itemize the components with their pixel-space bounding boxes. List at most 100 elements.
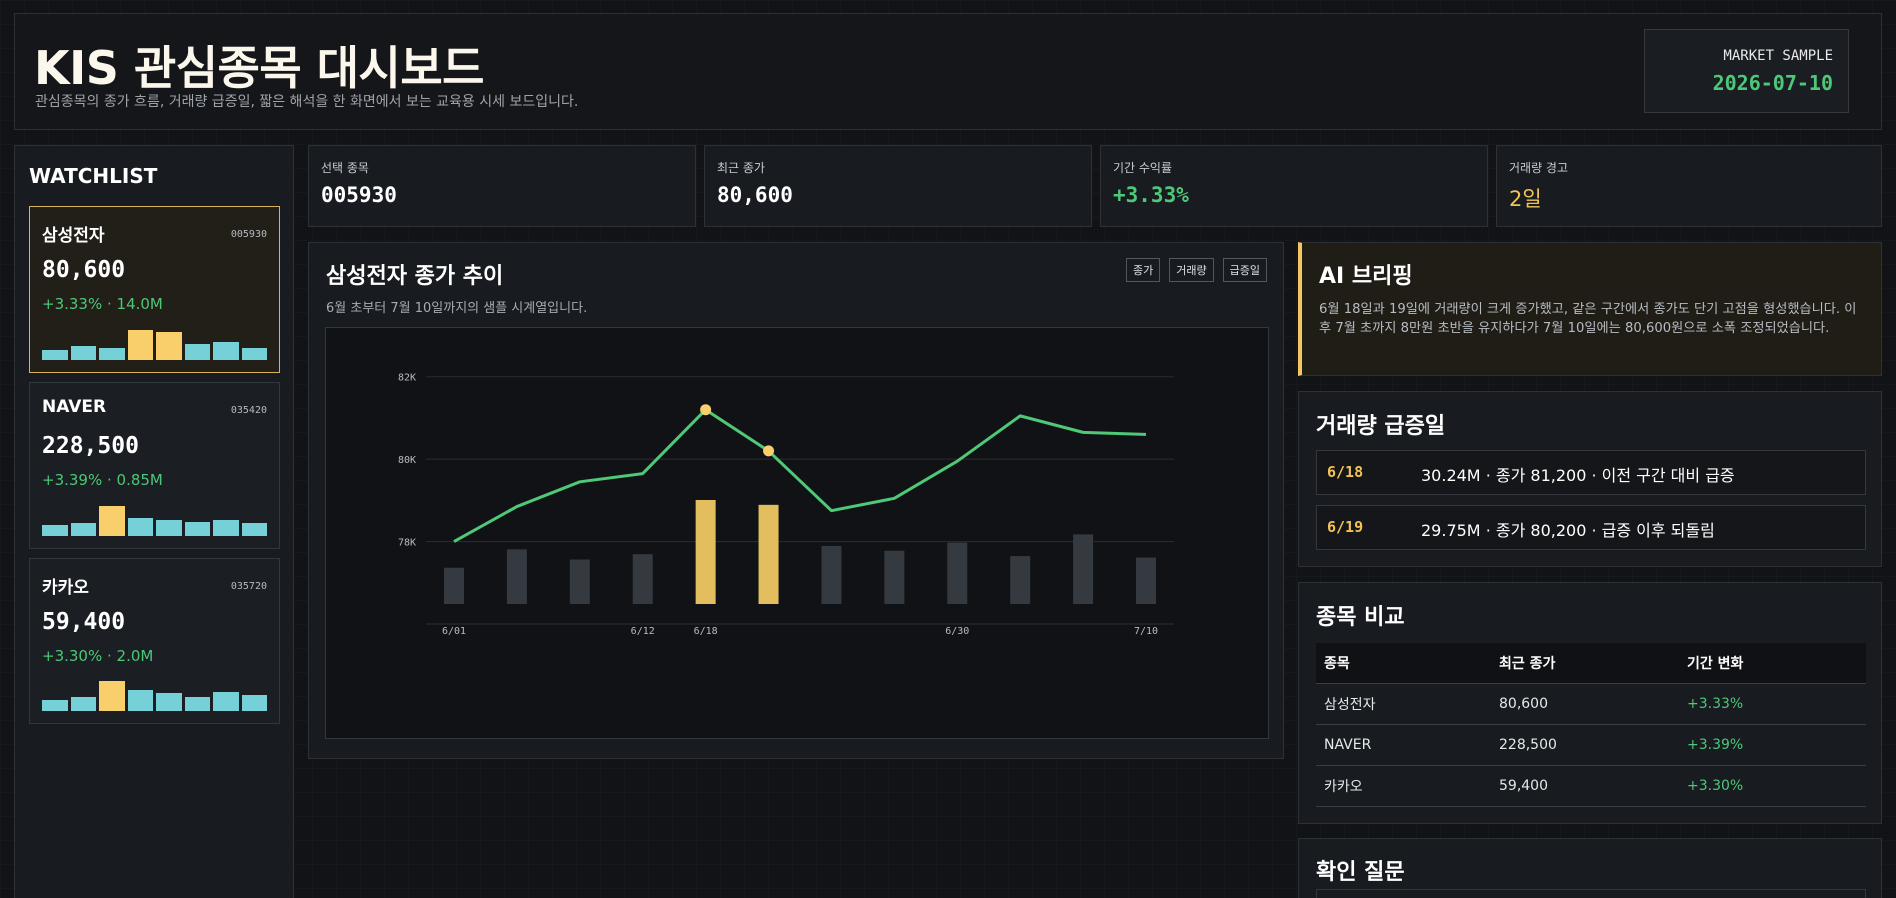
watchlist-item-naver[interactable]: NAVER 035420 228,500 +3.39% · 0.85M — [29, 382, 280, 549]
mini-volume-bar — [99, 347, 125, 360]
metric-label: 선택 종목 — [321, 161, 369, 175]
mini-volume-chart — [42, 504, 267, 536]
mini-volume-bar — [42, 350, 68, 360]
market-date: 2026-07-10 — [1712, 71, 1833, 95]
page-subtitle: 관심종목의 종가 흐름, 거래량 급증일, 짧은 해석을 한 화면에서 보는 교… — [35, 94, 579, 110]
spike-marker — [763, 445, 775, 457]
table-header-row: 종목 최근 종가 기간 변화 — [1316, 643, 1866, 684]
volume-bar — [632, 554, 653, 604]
cell-stock: 카카오 — [1316, 765, 1491, 807]
stock-price: 80,600 — [42, 257, 126, 283]
mini-volume-bar — [156, 693, 182, 711]
volume-bar — [569, 559, 590, 604]
mini-volume-chart — [42, 679, 267, 711]
volume-bar — [947, 542, 968, 604]
ai-briefing-text: 6월 18일과 19일에 거래량이 크게 증가했고, 같은 구간에서 종가도 단… — [1319, 302, 1857, 337]
mini-volume-bar — [213, 691, 239, 711]
stock-name: 삼성전자 — [42, 226, 105, 246]
ai-briefing-panel: AI 브리핑 6월 18일과 19일에 거래량이 크게 증가했고, 같은 구간에… — [1298, 242, 1882, 376]
stock-name: 카카오 — [42, 578, 89, 598]
mini-volume-bar — [241, 522, 267, 536]
stock-change: +3.33% · 14.0M — [42, 295, 163, 313]
metric-last-close: 최근 종가 80,600 — [704, 145, 1092, 227]
x-tick-label: 6/12 — [631, 626, 655, 637]
volume-spike-title: 거래량 급증일 — [1316, 414, 1446, 439]
column-header: 기간 변화 — [1679, 643, 1866, 684]
spike-row[interactable]: 6/18 30.24M · 종가 81,200 · 이전 구간 대비 급증 — [1316, 450, 1866, 495]
cell-stock: NAVER — [1316, 724, 1491, 766]
stock-code: 005930 — [230, 229, 267, 240]
mini-volume-bar — [184, 344, 210, 360]
market-sample-label: MARKET SAMPLE — [1723, 48, 1833, 64]
stock-name: NAVER — [42, 397, 107, 417]
close-price-line — [453, 408, 1147, 543]
table-row[interactable]: NAVER 228,500 +3.39% — [1316, 724, 1866, 766]
volume-bar — [821, 545, 842, 604]
check-question-panel: 확인 질문 — [1298, 838, 1882, 898]
volume-bar — [444, 567, 464, 604]
y-tick-label: 78K — [398, 538, 416, 549]
question-box — [1316, 889, 1866, 898]
stock-change: +3.30% · 2.0M — [42, 647, 154, 665]
compare-title: 종목 비교 — [1316, 605, 1405, 630]
spike-marker — [700, 404, 712, 416]
stock-price: 59,400 — [42, 609, 126, 635]
price-chart-panel: 삼성전자 종가 추이 6월 초부터 7월 10일까지의 샘플 시계열입니다. 종… — [308, 242, 1284, 759]
dashboard-header: KIS 관심종목 대시보드 관심종목의 종가 흐름, 거래량 급증일, 짧은 해… — [14, 13, 1882, 130]
cell-close: 59,400 — [1491, 765, 1679, 807]
volume-spike-bar — [695, 500, 716, 604]
cell-change: +3.30% — [1679, 765, 1866, 807]
chart-title: 삼성전자 종가 추이 — [326, 264, 504, 289]
mini-volume-bar — [70, 696, 96, 711]
mini-volume-bar — [42, 699, 68, 711]
mini-volume-bar — [99, 505, 125, 536]
y-tick-label: 82K — [398, 373, 416, 384]
metric-value: +3.33% — [1113, 183, 1189, 207]
metric-value: 005930 — [321, 183, 397, 207]
spike-description: 29.75M · 종가 80,200 · 급증 이후 되돌림 — [1421, 521, 1715, 540]
mini-volume-bar — [127, 329, 153, 360]
spike-date: 6/19 — [1327, 518, 1364, 536]
metric-label: 최근 종가 — [717, 161, 765, 175]
toggle-close-button[interactable]: 종가 — [1126, 258, 1161, 282]
volume-spike-bar — [758, 504, 779, 604]
stock-code: 035420 — [230, 405, 267, 416]
cell-change: +3.33% — [1679, 683, 1866, 725]
chart-subtitle: 6월 초부터 7월 10일까지의 샘플 시계열입니다. — [326, 301, 588, 316]
watchlist-title: WATCHLIST — [29, 164, 158, 188]
mini-volume-bar — [184, 696, 210, 711]
stock-code: 035720 — [230, 581, 267, 592]
metric-volume-alert: 거래량 경고 2일 — [1496, 145, 1882, 227]
volume-bar — [1010, 556, 1031, 604]
x-tick-label: 6/30 — [945, 626, 969, 637]
toggle-volume-button[interactable]: 거래량 — [1169, 258, 1214, 282]
watchlist-item-kakao[interactable]: 카카오 035720 59,400 +3.30% · 2.0M — [29, 558, 280, 724]
mini-volume-bar — [70, 522, 96, 536]
chart-area: 82K 80K 78K 6/01 6/12 6/18 6/30 7/10 — [325, 327, 1269, 739]
toggle-spike-button[interactable]: 급증일 — [1222, 258, 1267, 282]
compare-table: 종목 최근 종가 기간 변화 삼성전자 80,600 +3.33% NAVER … — [1316, 643, 1866, 807]
x-tick-label: 6/01 — [442, 626, 466, 637]
mini-volume-bar — [213, 520, 239, 536]
volume-bar — [1073, 534, 1094, 604]
metric-period-return: 기간 수익률 +3.33% — [1100, 145, 1488, 227]
table-row[interactable]: 카카오 59,400 +3.30% — [1316, 765, 1866, 807]
table-row[interactable]: 삼성전자 80,600 +3.33% — [1316, 683, 1866, 725]
market-sample-box: MARKET SAMPLE 2026-07-10 — [1644, 29, 1849, 113]
volume-bar — [506, 549, 527, 604]
column-header: 최근 종가 — [1491, 643, 1679, 684]
y-tick-label: 80K — [398, 455, 416, 466]
x-tick-label: 7/10 — [1134, 626, 1158, 637]
metric-selected-stock: 선택 종목 005930 — [308, 145, 696, 227]
spike-description: 30.24M · 종가 81,200 · 이전 구간 대비 급증 — [1421, 466, 1735, 485]
metric-label: 거래량 경고 — [1509, 161, 1569, 175]
mini-volume-bar — [99, 680, 125, 711]
spike-row[interactable]: 6/19 29.75M · 종가 80,200 · 급증 이후 되돌림 — [1316, 505, 1866, 550]
price-volume-chart: 82K 80K 78K 6/01 6/12 6/18 6/30 7/10 — [398, 373, 1174, 637]
watchlist-item-samsung[interactable]: 삼성전자 005930 80,600 +3.33% · 14.0M — [29, 206, 280, 373]
metric-label: 기간 수익률 — [1113, 161, 1173, 175]
mini-volume-bar — [213, 342, 239, 360]
chart-toggle-group: 종가 거래량 급증일 — [1126, 258, 1267, 282]
page-title: KIS 관심종목 대시보드 — [34, 41, 484, 95]
volume-spike-panel: 거래량 급증일 6/18 30.24M · 종가 81,200 · 이전 구간 … — [1298, 391, 1882, 567]
